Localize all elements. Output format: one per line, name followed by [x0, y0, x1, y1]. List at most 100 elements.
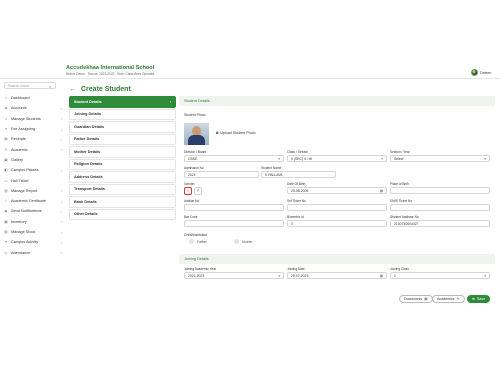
dob-input[interactable]: 25-08-2005 ▦	[287, 187, 387, 194]
save-button[interactable]: ⊕ Save	[467, 295, 491, 303]
step-guardian-details[interactable]: Guardian Details	[69, 121, 176, 133]
back-arrow-icon[interactable]: ←	[69, 86, 76, 93]
sidebar-item-gallery[interactable]: ▣ Gallery	[4, 155, 62, 165]
receipt-icon: ▤	[4, 137, 8, 142]
biometric-id-input[interactable]: 0	[287, 220, 387, 227]
sidebar-item-academic-certificate[interactable]: ✓ Academic Certificate ›	[4, 196, 62, 206]
certificate-icon: ✓	[4, 199, 8, 204]
child-institution-label: Child/Institution	[184, 233, 208, 237]
chevron-down-icon: ▾	[484, 273, 486, 278]
dob-field: Date Of Birth 25-08-2005 ▦	[287, 182, 387, 194]
ssf-ticket-input[interactable]	[287, 204, 387, 211]
gallery-icon: ▣	[4, 157, 8, 162]
stock-icon: ▧	[4, 230, 8, 234]
sidebar-item-dashboard[interactable]: ⌂ Dashboard	[4, 93, 62, 103]
sidebar-item-label: Academic Certificate	[11, 199, 46, 204]
chevron-right-icon[interactable]: ›	[58, 106, 62, 111]
chevron-right-icon[interactable]: ›	[58, 168, 62, 173]
step-label: Student Details	[74, 99, 102, 104]
female-gender-icon[interactable]: ♀	[184, 187, 192, 195]
sidebar-item-accounts[interactable]: ◈ Accounts ›	[4, 103, 62, 113]
bar-code-input[interactable]	[184, 220, 284, 227]
documents-button[interactable]: Documents ▤	[399, 295, 433, 303]
place-of-birth-input[interactable]	[390, 187, 490, 194]
mother-radio[interactable]: Mother	[234, 239, 253, 244]
upload-photo-button[interactable]: ◙ Upload Student Photo	[216, 130, 256, 135]
academic-icon: ✎	[4, 147, 8, 152]
step-address-details[interactable]: Address Details	[69, 171, 176, 183]
save-icon: ⊕	[472, 297, 476, 301]
step-mother-details[interactable]: Mother Details	[69, 146, 176, 158]
section-select[interactable]: Select ▾	[390, 155, 490, 162]
header-divider	[0, 78, 500, 79]
step-joining-details[interactable]: Joining Details	[69, 108, 176, 120]
sidebar-item-attendance[interactable]: ◷ Attendance ›	[4, 247, 62, 257]
father-radio[interactable]: Father	[189, 239, 207, 244]
student-name-field: Student Name K PALLAVA	[261, 166, 336, 178]
student-name-input[interactable]: K PALLAVA	[261, 171, 336, 178]
step-father-details[interactable]: Father Details	[69, 133, 176, 145]
step-transport-details[interactable]: Transport Details	[69, 183, 176, 195]
chevron-right-icon[interactable]: ›	[58, 209, 62, 214]
sidebar-item-fee-assigning[interactable]: ≡ Fee Assigning ›	[4, 124, 62, 134]
division-select[interactable]: CBSE ▾	[184, 155, 284, 162]
documents-button-wrap: Documents ▤	[399, 295, 433, 303]
bell-icon: ◉	[4, 209, 8, 214]
chevron-down-icon: ▾	[484, 156, 486, 161]
sidebar-item-manage-report[interactable]: ▥ Manage Report ›	[4, 186, 62, 196]
chevron-right-icon[interactable]: ›	[58, 240, 62, 245]
user-menu[interactable]: Deleen	[471, 69, 491, 76]
step-religion-details[interactable]: Religion Details	[69, 158, 176, 170]
chevron-right-icon[interactable]: ›	[58, 199, 62, 204]
sidebar-item-send-notifications[interactable]: ◉ Send Notifications ›	[4, 206, 62, 216]
sidebar-item-campus-activity[interactable]: ✦ Campus Activity ›	[4, 237, 62, 247]
step-label: Father Details	[74, 137, 100, 142]
joining-class-select[interactable]: 1 ▾	[390, 272, 490, 279]
male-gender-icon[interactable]: ♂	[194, 187, 202, 195]
sidebar-item-label: Manage Stock	[11, 230, 36, 234]
ticket-icon: ▭	[4, 178, 8, 183]
joining-class-field: Joining Class 1 ▾	[390, 267, 490, 279]
academics-button[interactable]: Academics ✎	[432, 295, 465, 303]
admission-no-input[interactable]: 2024	[184, 171, 259, 178]
sidebar-item-campus-passes[interactable]: ◧ Campus Passes ›	[4, 165, 62, 175]
sidebar-item-hall-ticket[interactable]: ▭ Hall Ticket	[4, 175, 62, 185]
sidebar-item-manage-students[interactable]: ☺ Manage Students ›	[4, 114, 62, 124]
aadhar-no-field: Aadhar No	[184, 199, 284, 211]
sidebar-item-label: Gallery	[11, 157, 24, 162]
sidebar-item-academic[interactable]: ✎ Academic ›	[4, 144, 62, 154]
upload-photo-label: Upload Student Photo	[220, 130, 256, 135]
radio-circle-icon	[189, 239, 194, 244]
chevron-right-icon[interactable]: ›	[58, 137, 62, 142]
chevron-down-icon: ▾	[381, 156, 383, 161]
student-aadhaar-input[interactable]: 2130730604027	[390, 220, 490, 227]
step-bank-details[interactable]: Bank Details	[69, 196, 176, 208]
aadhar-no-input[interactable]	[184, 204, 284, 211]
chevron-right-icon[interactable]: ›	[58, 230, 62, 235]
chevron-down-icon: ▾	[278, 156, 280, 161]
chevron-right-icon[interactable]: ›	[58, 219, 62, 224]
search-icon[interactable]: ⌕	[49, 84, 51, 89]
chevron-right-icon[interactable]: ›	[58, 147, 62, 152]
sidebar-item-inventory[interactable]: ▦ Inventory ›	[4, 217, 62, 227]
user-name[interactable]: Deleen	[480, 71, 491, 75]
class-select[interactable]: 9 (SEC) 4 / HI ▾	[287, 155, 387, 162]
chevron-right-icon[interactable]: ›	[58, 188, 62, 193]
document-icon: ▤	[424, 297, 428, 301]
joining-details-heading: Joining Details	[179, 254, 495, 264]
avatar[interactable]	[471, 69, 478, 76]
chevron-right-icon[interactable]: ›	[58, 127, 62, 132]
step-student-details[interactable]: Student Details ›	[69, 96, 176, 108]
sidebar-item-receipts[interactable]: ▤ Receipts ›	[4, 134, 62, 144]
sidebar-item-label: Manage Report	[11, 188, 38, 193]
sidebar-item-manage-stock[interactable]: ▧ Manage Stock ›	[4, 227, 62, 237]
joining-date-input[interactable]: 25-07-2023 ▦	[287, 272, 387, 279]
step-other-details[interactable]: Other Details	[69, 208, 176, 220]
joining-year-select[interactable]: 2022-2023 ▾	[184, 272, 284, 279]
student-aadhaar-field: Student Aadhaar No 2130730604027	[390, 215, 490, 227]
joining-date-field: Joining Date 25-07-2023 ▦	[287, 267, 387, 279]
chevron-right-icon[interactable]: ›	[58, 250, 62, 255]
biometric-id-field: Biometric Id 0	[287, 215, 387, 227]
emis-ticket-input[interactable]	[390, 204, 490, 211]
chevron-right-icon[interactable]: ›	[58, 116, 62, 121]
